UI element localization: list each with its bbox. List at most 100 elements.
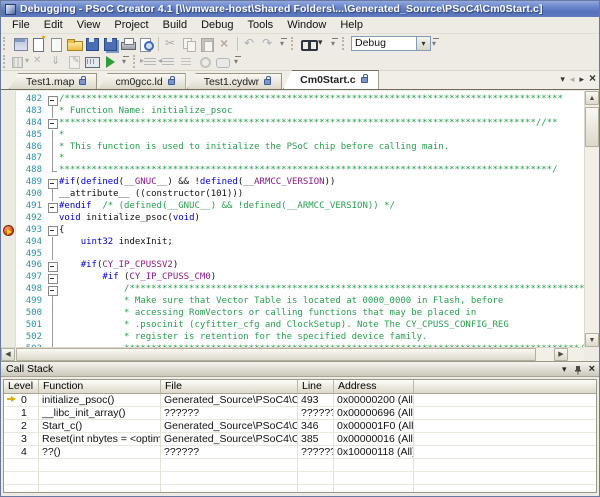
callstack-header-file[interactable]: File (161, 380, 298, 394)
breakpoint-margin[interactable] (1, 106, 17, 118)
fold-marker[interactable] (47, 272, 59, 284)
document-list-dropdown-icon[interactable]: ▾ (560, 74, 565, 84)
redo-icon[interactable] (259, 36, 277, 52)
call-stack-title-bar[interactable]: Call Stack ▾ × (1, 362, 599, 377)
breakpoint-margin[interactable] (1, 213, 17, 225)
device-selector-icon[interactable] (11, 54, 29, 70)
toolbar-overflow-button[interactable] (122, 54, 131, 70)
breakpoint-margin[interactable] (1, 272, 17, 284)
breakpoint-margin[interactable] (1, 225, 17, 237)
pin-icon[interactable] (574, 364, 582, 375)
callstack-empty-row[interactable] (4, 485, 596, 493)
menu-file[interactable]: File (5, 18, 37, 32)
save-icon[interactable] (83, 36, 101, 52)
fold-marker[interactable] (47, 201, 59, 213)
config-combobox-value[interactable]: Debug (351, 36, 417, 51)
tab-test1.cydwr[interactable]: Test1.cydwr (187, 73, 282, 89)
callstack-empty-row[interactable] (4, 472, 596, 485)
callstack-row[interactable]: 2 Start_c() Generated_Source\PSoC4\Cm0St… (4, 420, 596, 433)
toolbar-overflow-button[interactable] (432, 36, 441, 52)
bookmark-icon[interactable] (195, 54, 213, 70)
breakpoint-margin[interactable] (1, 177, 17, 189)
breakpoint-margin[interactable] (1, 284, 17, 296)
toolbar-grip[interactable] (3, 55, 7, 68)
dropdown-icon[interactable] (317, 36, 328, 52)
workspace-icon[interactable] (11, 36, 29, 52)
breakpoint-margin[interactable] (1, 153, 17, 165)
region-icon[interactable] (213, 54, 231, 70)
fold-marker[interactable] (47, 260, 59, 272)
scroll-up-button[interactable]: ▲ (585, 91, 599, 105)
run-icon[interactable] (101, 54, 119, 70)
preview-icon[interactable] (137, 36, 155, 52)
close-panel-icon[interactable]: × (589, 363, 595, 375)
indent-icon[interactable] (141, 54, 159, 70)
callstack-header-line[interactable]: Line (298, 380, 334, 394)
fold-marker[interactable] (47, 118, 59, 130)
menu-edit[interactable]: Edit (37, 18, 70, 32)
delete-icon[interactable] (216, 36, 234, 52)
vertical-scroll-thumb[interactable] (585, 107, 599, 147)
print-icon[interactable] (119, 36, 137, 52)
callstack-row[interactable]: 1 __libc_init_array() ?????? ?????? 0x00… (4, 407, 596, 420)
breakpoint-margin[interactable] (1, 296, 17, 308)
saveall-icon[interactable] (101, 36, 119, 52)
breakpoint-margin[interactable] (1, 189, 17, 201)
breakpoint-margin[interactable] (1, 260, 17, 272)
breakpoint-margin[interactable] (1, 320, 17, 332)
breakpoint-margin[interactable] (1, 332, 17, 344)
fold-marker[interactable] (47, 225, 59, 237)
callstack-header-level[interactable]: Level (4, 380, 39, 394)
breakpoint-margin[interactable] (1, 201, 17, 213)
cut-icon[interactable] (162, 36, 180, 52)
menu-window[interactable]: Window (280, 18, 333, 32)
toolbar-grip[interactable] (133, 55, 137, 68)
code-viewport[interactable]: 482 /***********************************… (1, 91, 584, 347)
scroll-left-button[interactable]: ◀ (1, 348, 15, 361)
scroll-down-button[interactable]: ▼ (585, 333, 599, 347)
menu-help[interactable]: Help (333, 18, 370, 32)
close-document-icon[interactable]: × (589, 73, 596, 83)
select-target-icon[interactable] (29, 54, 47, 70)
paste-icon[interactable] (198, 36, 216, 52)
toolbar-grip[interactable] (3, 37, 7, 50)
toolbar-grip[interactable] (342, 37, 346, 50)
menu-build[interactable]: Build (156, 18, 194, 32)
copy-icon[interactable] (180, 36, 198, 52)
scroll-tabs-left-icon[interactable]: ◂ (570, 74, 575, 84)
combobox-dropdown-button[interactable]: ▾ (417, 36, 431, 51)
callstack-header-filler[interactable] (414, 380, 596, 394)
breakpoint-margin[interactable] (1, 142, 17, 154)
config-combobox[interactable]: Debug ▾ (351, 36, 431, 51)
menu-debug[interactable]: Debug (194, 18, 240, 32)
jtag-icon[interactable] (83, 54, 101, 70)
callstack-row[interactable]: 4 ??() ?????? ?????? 0x10000118 (All) (4, 446, 596, 459)
toolbar-overflow-button[interactable] (331, 36, 340, 52)
callstack-row[interactable]: 3 Reset(int nbytes = <optimized out>) Ge… (4, 433, 596, 446)
breakpoint-margin[interactable] (1, 94, 17, 106)
callstack-empty-row[interactable] (4, 459, 596, 472)
fold-marker[interactable] (47, 284, 59, 296)
callstack-row[interactable]: 0 initialize_psoc() Generated_Source\PSo… (4, 394, 596, 407)
callstack-header-function[interactable]: Function (39, 380, 161, 394)
breakpoint-margin[interactable] (1, 118, 17, 130)
panel-menu-dropdown-icon[interactable]: ▾ (562, 363, 567, 375)
horizontal-scroll-thumb[interactable] (16, 348, 536, 361)
toolbar-overflow-button[interactable] (234, 54, 243, 70)
breakpoint-margin[interactable] (1, 308, 17, 320)
fold-marker[interactable] (47, 177, 59, 189)
new-icon[interactable] (29, 36, 47, 52)
title-bar[interactable]: Debugging - PSoC Creator 4.1 [\\vmware-h… (1, 1, 599, 17)
horizontal-scrollbar[interactable]: ◀ ▶ (1, 347, 584, 361)
undo-icon[interactable] (241, 36, 259, 52)
scroll-right-button[interactable]: ▶ (554, 348, 568, 361)
configure-icon[interactable] (65, 54, 83, 70)
scroll-tabs-right-icon[interactable]: ▸ (579, 74, 584, 84)
breakpoint-margin[interactable] (1, 130, 17, 142)
fold-marker[interactable] (47, 94, 59, 106)
menu-tools[interactable]: Tools (241, 18, 281, 32)
find-icon[interactable] (299, 36, 317, 52)
breakpoint-margin[interactable] (1, 237, 17, 249)
outline-icon[interactable] (177, 54, 195, 70)
toolbar-grip[interactable] (291, 37, 295, 50)
